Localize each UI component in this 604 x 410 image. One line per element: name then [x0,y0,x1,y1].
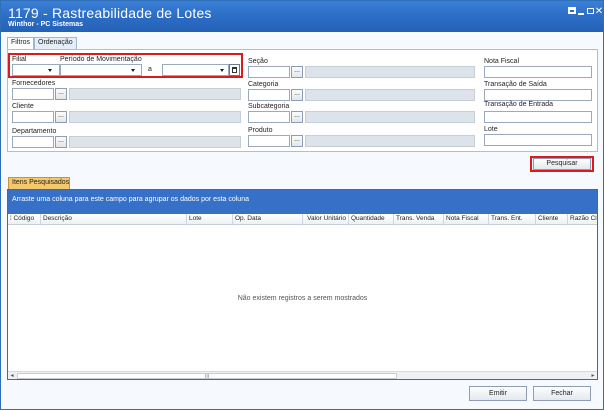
horizontal-scrollbar[interactable]: ◂ III ▸ [8,371,597,380]
departamento-lookup-button[interactable]: ... [55,136,67,148]
periodo-inicio-field[interactable] [60,64,142,76]
fornecedores-description [69,88,241,100]
group-by-panel[interactable]: Arraste uma coluna para este campo para … [8,190,597,214]
column-header-lote[interactable]: Lote [187,214,233,225]
column-header-razao[interactable]: Razão Cl [568,214,597,225]
filial-label: Filial [12,56,27,63]
fornecedores-lookup-button[interactable]: ... [55,88,67,100]
window-title: 1179 - Rastreabilidade de Lotes [8,5,212,21]
chevron-down-icon[interactable] [48,69,52,72]
cliente-lookup-button[interactable]: ... [55,111,67,123]
departamento-description [69,136,241,148]
secao-description [305,66,475,78]
fornecedores-label: Fornecedores [12,80,56,87]
app-window: 1179 - Rastreabilidade de Lotes Winthor … [0,0,604,410]
column-header-nota-fiscal[interactable]: Nota Fiscal [444,214,489,225]
column-header-trans-venda[interactable]: Trans. Venda [394,214,444,225]
transacao-entrada-input[interactable] [484,111,592,123]
filial-select[interactable] [12,64,60,76]
scroll-grip: III [205,374,210,380]
periodo-separator: a [148,66,152,73]
search-button[interactable]: Pesquisar [533,158,591,170]
footer: Emitir Fechar [7,381,598,406]
periodo-label: Período de Movimentação [60,56,142,63]
tab-filtros[interactable]: Filtros [7,37,34,49]
subcategoria-description [305,111,475,123]
categoria-code-input[interactable] [248,89,290,101]
produto-lookup-button[interactable]: ... [291,135,303,147]
empty-message: Não existem registros a serem mostrados [237,295,368,302]
periodo-fim-field[interactable] [162,64,229,76]
categoria-description [305,89,475,101]
chevron-down-icon[interactable] [131,69,135,72]
column-header-cliente[interactable]: Cliente [536,214,568,225]
departamento-code-input[interactable] [12,136,54,148]
column-header-descricao[interactable]: Descrição [41,214,187,225]
produto-code-input[interactable] [248,135,290,147]
departamento-label: Departamento [12,128,57,135]
column-header-quantidade[interactable]: Quantidade [349,214,394,225]
column-header-op-data[interactable]: Op. Data [233,214,303,225]
tab-itens-pesquisados[interactable]: Itens Pesquisados [8,177,70,189]
nota-fiscal-input[interactable] [484,66,592,78]
tab-ordenacao[interactable]: Ordenação [34,37,77,49]
scroll-right-icon[interactable]: ▸ [589,372,597,380]
window-subtitle: Winthor - PC Sistemas [8,21,84,28]
produto-description [305,135,475,147]
nota-fiscal-label: Nota Fiscal [484,58,520,65]
subcategoria-lookup-button[interactable]: ... [291,111,303,123]
calendar-icon[interactable] [229,64,240,76]
categoria-label: Categoria [248,81,279,88]
close-icon[interactable]: ✕ [594,7,604,17]
cliente-description [69,111,241,123]
transacao-saida-label: Transação de Saída [484,81,547,88]
title-bar: 1179 - Rastreabilidade de Lotes Winthor … [1,1,603,32]
fornecedores-code-input[interactable] [12,88,54,100]
produto-label: Produto [248,127,273,134]
secao-lookup-button[interactable]: ... [291,66,303,78]
column-header-trans-ent[interactable]: Trans. Ent. [489,214,536,225]
scroll-thumb[interactable]: III [17,373,397,380]
categoria-lookup-button[interactable]: ... [291,89,303,101]
column-chooser-icon[interactable]: ⁞ [10,216,12,222]
column-header-valor-unitario[interactable]: Valor Unitário [303,214,349,225]
results-grid: Arraste uma coluna para este campo para … [7,189,598,380]
lote-input[interactable] [484,134,592,146]
transacao-saida-input[interactable] [484,89,592,101]
chevron-down-icon[interactable] [220,69,224,72]
grid-header: ⁞ Código Descrição Lote Op. Data Valor U… [8,214,597,225]
lote-label: Lote [484,126,498,133]
scroll-left-icon[interactable]: ◂ [8,372,16,380]
emit-button[interactable]: Emitir [469,386,527,401]
cliente-code-input[interactable] [12,111,54,123]
subcategoria-label: Subcategoria [248,103,290,110]
cliente-label: Cliente [12,103,34,110]
column-header-codigo[interactable]: ⁞ Código [8,214,41,225]
filter-panel: Filial Período de Movimentação a Fornece… [7,49,598,152]
subcategoria-code-input[interactable] [248,111,290,123]
secao-label: Seção [248,58,268,65]
secao-code-input[interactable] [248,66,290,78]
close-button[interactable]: Fechar [533,386,591,401]
transacao-entrada-label: Transação de Entrada [484,101,554,108]
